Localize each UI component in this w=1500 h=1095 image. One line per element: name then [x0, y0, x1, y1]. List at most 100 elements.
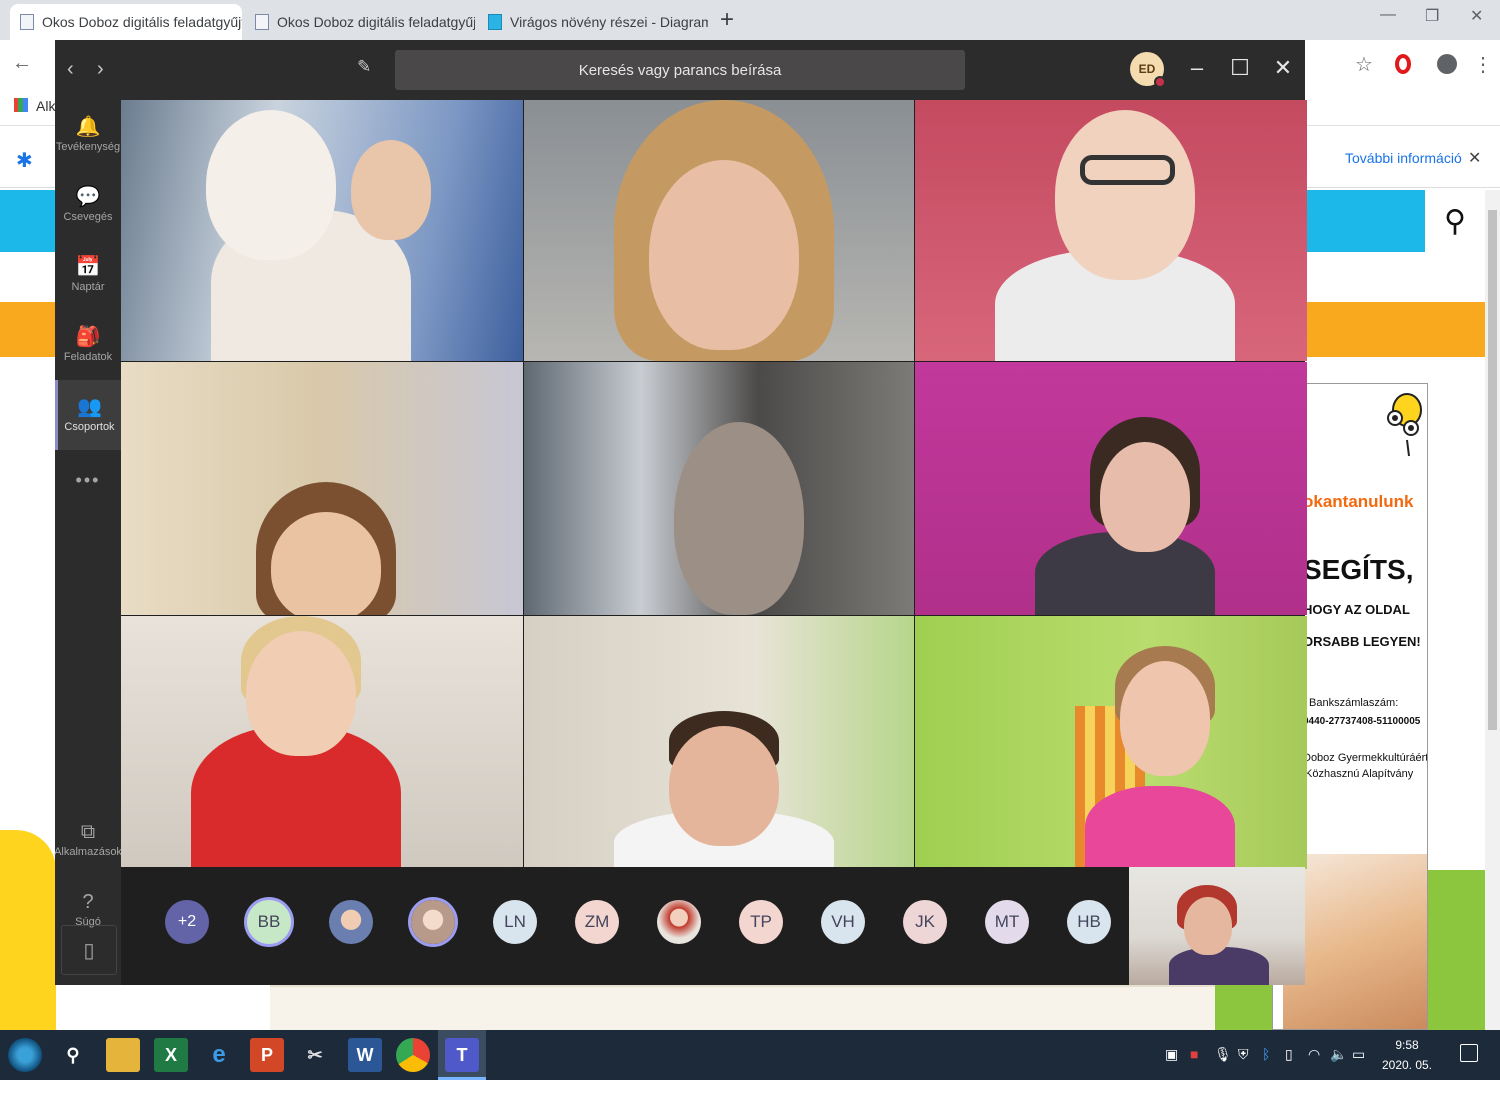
participant-face: [1055, 110, 1195, 280]
participant-face: [649, 160, 799, 350]
teams-title-bar: ‹ › ✎ Keresés vagy parancs beírása ED – …: [55, 40, 1305, 100]
participant-avatar-bb[interactable]: BB: [247, 900, 291, 944]
apps-bookmark-label[interactable]: Alk: [36, 98, 55, 114]
wifi-icon[interactable]: ◠: [1308, 1046, 1320, 1063]
more-apps-icon[interactable]: •••: [55, 470, 121, 491]
internet-explorer-icon[interactable]: e: [202, 1038, 236, 1072]
self-view-video[interactable]: [1129, 867, 1305, 985]
more-info-link[interactable]: További információ: [1345, 150, 1462, 166]
mobile-app-icon[interactable]: ▯: [61, 925, 117, 975]
bell-icon: 🔔: [75, 116, 101, 138]
participant-avatar-mt[interactable]: MT: [985, 900, 1029, 944]
site-search-icon[interactable]: ⚲: [1425, 190, 1485, 252]
new-tab-button[interactable]: +: [720, 6, 734, 34]
notification-center-icon[interactable]: [1460, 1044, 1478, 1062]
participant-avatar-tp[interactable]: TP: [739, 900, 783, 944]
participant-face: [271, 512, 381, 615]
scrollbar-thumb[interactable]: [1488, 210, 1497, 730]
search-icon[interactable]: ⚲: [56, 1038, 90, 1072]
participant-avatar-hb[interactable]: HB: [1067, 900, 1111, 944]
clock-time: 9:58: [1395, 1038, 1419, 1052]
menu-kebab-icon[interactable]: ⋮: [1473, 52, 1493, 77]
document-icon: [255, 14, 269, 30]
bluetooth-icon[interactable]: ᛒ: [1262, 1046, 1270, 1062]
participant-avatar-jk[interactable]: JK: [903, 900, 947, 944]
browser-close-button[interactable]: ✕: [1470, 6, 1483, 26]
snipping-tool-icon[interactable]: ✂: [298, 1038, 332, 1072]
video-tile[interactable]: [121, 100, 523, 361]
forward-chevron-icon[interactable]: ›: [97, 58, 104, 81]
microphone-icon[interactable]: 🎙: [1214, 1046, 1232, 1063]
participant-avatar-zm[interactable]: ZM: [575, 900, 619, 944]
status-busy-icon: [1154, 76, 1166, 88]
profile-icon[interactable]: [1437, 54, 1457, 74]
participant-avatar-photo[interactable]: [411, 900, 455, 944]
teams-close-button[interactable]: ✕: [1268, 55, 1298, 81]
site-mascot-image: [0, 830, 56, 1030]
participant-face: [1100, 442, 1190, 552]
participant-avatar-ln[interactable]: LN: [493, 900, 537, 944]
browser-maximize-button[interactable]: ❐: [1425, 6, 1439, 26]
participant-face: [1120, 661, 1210, 776]
participant-avatar-photo[interactable]: [657, 900, 701, 944]
diagram-icon: [488, 14, 502, 30]
browser-tab-2[interactable]: Okos Doboz digitális feladatgyűjt ✕: [245, 4, 475, 40]
antivirus-tray-icon[interactable]: ■: [1190, 1046, 1198, 1062]
rail-item-activity[interactable]: 🔔 Tevékenység: [55, 100, 121, 170]
rail-label: Alkalmazások: [54, 846, 122, 858]
page-scrollbar[interactable]: [1485, 190, 1500, 1030]
word-icon[interactable]: W: [348, 1038, 382, 1072]
chrome-icon[interactable]: [396, 1038, 430, 1072]
participant-avatar-photo[interactable]: [329, 900, 373, 944]
participant-face: [246, 631, 356, 756]
teams-icon[interactable]: T: [445, 1038, 479, 1072]
back-arrow-icon[interactable]: ←: [12, 52, 32, 75]
ad-line-2: ORSABB LEGYEN!: [1303, 634, 1421, 649]
video-tile[interactable]: [121, 616, 523, 869]
video-tile[interactable]: [915, 100, 1307, 361]
opera-icon[interactable]: [1395, 54, 1411, 74]
rail-item-apps[interactable]: ⧉ Alkalmazások: [54, 805, 122, 875]
teams-search-input[interactable]: Keresés vagy parancs beírása: [395, 50, 965, 90]
video-tile[interactable]: [121, 362, 523, 615]
participant-avatar-vh[interactable]: VH: [821, 900, 865, 944]
rail-item-chat[interactable]: 💬 Csevegés: [55, 170, 121, 240]
ad-account-number: 0440-27737408-51100005: [1303, 716, 1421, 727]
powerpoint-icon[interactable]: P: [250, 1038, 284, 1072]
video-tile[interactable]: [915, 616, 1307, 869]
teams-tray-icon[interactable]: ▣: [1165, 1046, 1178, 1063]
taskbar-clock[interactable]: 9:58 2020. 05. 21.: [1372, 1035, 1442, 1095]
site-content-area: [270, 985, 1215, 1030]
bookmark-star-icon[interactable]: ☆: [1355, 52, 1373, 77]
browser-minimize-button[interactable]: —: [1380, 6, 1396, 24]
video-tile[interactable]: [915, 362, 1307, 615]
start-orb-icon[interactable]: [8, 1038, 42, 1072]
user-avatar[interactable]: ED: [1130, 52, 1166, 88]
teams-app-rail: 🔔 Tevékenység 💬 Csevegés 📅 Naptár 🎒 Fela…: [54, 100, 122, 985]
rail-item-calendar[interactable]: 📅 Naptár: [55, 240, 121, 310]
rail-item-assignments[interactable]: 🎒 Feladatok: [55, 310, 121, 380]
excel-icon[interactable]: X: [154, 1038, 188, 1072]
browser-tab-1[interactable]: Okos Doboz digitális feladatgyűjt ✕: [10, 4, 242, 40]
apps-grid-icon[interactable]: [14, 98, 28, 112]
more-participants-button[interactable]: +2: [165, 900, 209, 944]
close-infobar-icon[interactable]: ✕: [1468, 148, 1481, 168]
rail-item-teams[interactable]: 👥 Csoportok: [55, 380, 121, 450]
usb-device-icon[interactable]: ▯: [1285, 1046, 1293, 1063]
compose-icon[interactable]: ✎: [357, 57, 379, 79]
back-chevron-icon[interactable]: ‹: [67, 58, 74, 81]
video-tile[interactable]: [524, 100, 914, 361]
browser-tab-3[interactable]: Virágos növény részei - Diagram ✕: [478, 4, 708, 40]
file-explorer-icon[interactable]: [106, 1038, 140, 1072]
video-tile[interactable]: [524, 616, 914, 869]
video-tile[interactable]: [524, 362, 914, 615]
windows-taskbar: ⚲ X e P ✂ W T ▣ ■ 🎙 ⛨ ᛒ ▯ ◠ 🔈 ▭ 9:58 202…: [0, 1030, 1500, 1092]
volume-icon[interactable]: 🔈: [1330, 1046, 1347, 1063]
teams-minimize-button[interactable]: –: [1182, 55, 1212, 81]
chat-icon: 💬: [75, 186, 101, 208]
apps-icon: ⧉: [80, 821, 96, 843]
ad-headline: SEGÍTS,: [1303, 554, 1414, 585]
teams-maximize-button[interactable]: ☐: [1225, 55, 1255, 81]
battery-icon[interactable]: ▭: [1352, 1046, 1365, 1063]
defender-shield-icon[interactable]: ⛨: [1238, 1046, 1249, 1063]
